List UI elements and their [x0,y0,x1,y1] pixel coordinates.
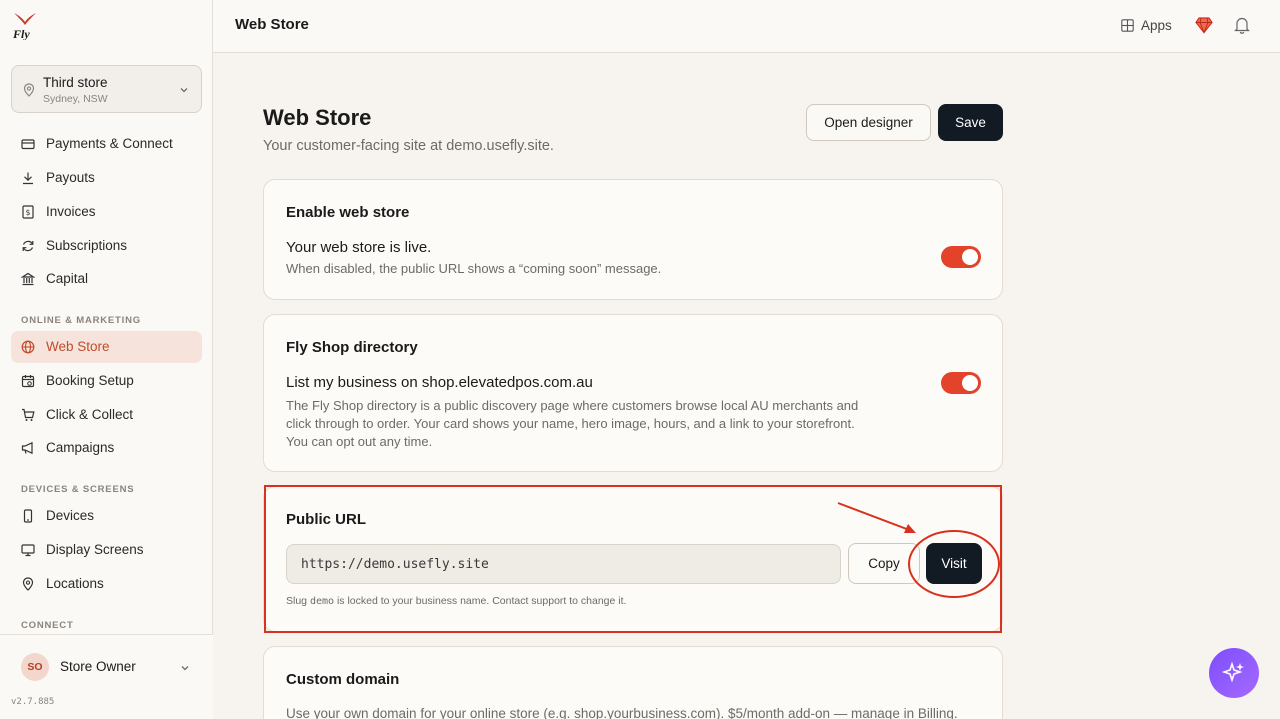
setting-description-line: click through to order. Your card shows … [286,416,855,431]
card-heading: Fly Shop directory [286,339,418,356]
setting-description-line: The Fly Shop directory is a public disco… [286,398,859,413]
topbar-title: Web Store [235,16,309,33]
chevron-down-icon [180,88,188,93]
setting-description-line: You can opt out any time. [286,434,433,449]
sidebar-item-click-collect[interactable]: Click & Collect [11,399,202,431]
setting-title: List my business on shop.elevatedpos.com… [286,374,593,391]
phone-icon [23,509,33,523]
globe-icon [21,340,35,354]
sidebar-item-display-screens[interactable]: Display Screens [11,534,202,566]
calendar-icon [21,375,35,388]
toggle-knob [962,375,978,391]
sidebar-item-label: Payouts [46,170,95,185]
sidebar-item-capital[interactable]: Capital [11,263,202,295]
setting-description: When disabled, the public URL shows a “c… [286,261,662,276]
store-location: Sydney, NSW [43,93,108,105]
page-title: Web Store [263,105,372,130]
directory-listing-toggle[interactable] [941,372,981,394]
location-pin-icon [23,83,35,97]
sidebar-item-invoices[interactable]: $ Invoices [11,196,202,228]
setting-description: Use your own domain for your online stor… [286,706,958,719]
store-selector[interactable]: Third store Sydney, NSW [11,65,202,113]
chevron-down-icon [181,666,189,671]
sidebar-item-locations[interactable]: Locations [11,568,202,600]
sidebar: Fly Third store Sydney, NSW Payments & C… [0,0,213,719]
monitor-icon [21,544,35,557]
open-designer-button[interactable]: Open designer [806,104,931,141]
section-label-marketing: ONLINE & MARKETING [21,315,141,326]
bell-icon[interactable] [1234,16,1250,34]
card-icon [21,139,35,150]
fly-logo[interactable]: Fly [12,10,38,41]
card-heading: Public URL [286,511,367,528]
logo-text: Fly [12,27,30,40]
top-bar: Web Store Apps [213,0,1280,53]
toggle-knob [962,249,978,265]
sidebar-item-booking-setup[interactable]: Booking Setup [11,365,202,397]
slug-note: Slug demo is locked to your business nam… [286,595,626,607]
avatar: SO [21,653,49,681]
slug-value: demo [309,596,335,607]
slug-note-suffix: is locked to your business name. Contact… [334,595,627,607]
custom-domain-card: Custom domain Use your own domain for yo… [263,646,1003,719]
sidebar-item-label: Invoices [46,204,96,219]
app-version: v2.7.885 [11,697,55,707]
user-menu[interactable]: SO Store Owner v2.7.885 [0,634,213,719]
sidebar-item-label: Payments & Connect [46,136,173,151]
section-label-connect: CONNECT [21,620,74,631]
sidebar-item-label: Locations [46,576,104,591]
sidebar-item-devices[interactable]: Devices [11,500,202,532]
bank-icon [21,272,35,286]
sidebar-item-label: Booking Setup [46,373,134,388]
user-name: Store Owner [60,659,136,674]
sidebar-item-label: Click & Collect [46,407,134,422]
sidebar-item-payments-connect[interactable]: Payments & Connect [11,128,202,160]
sidebar-item-campaigns[interactable]: Campaigns [11,432,202,464]
store-name: Third store [43,75,108,90]
section-label-devices: DEVICES & SCREENS [21,484,135,495]
fly-shop-directory-card: Fly Shop directory List my business on s… [263,314,1003,472]
sidebar-item-label: Display Screens [46,542,144,557]
setting-title: Your web store is live. [286,239,432,256]
enable-web-store-toggle[interactable] [941,246,981,268]
invoice-icon: $ [22,205,34,219]
ai-assistant-button[interactable] [1209,648,1259,698]
megaphone-icon [21,441,33,455]
grid-icon [1121,19,1134,32]
download-icon [23,172,33,185]
cart-icon [22,408,35,421]
sidebar-item-label: Devices [46,508,95,523]
card-heading: Custom domain [286,671,400,688]
sidebar-item-label: Web Store [46,339,110,354]
sidebar-item-label: Campaigns [46,440,115,455]
sparkle-icon [1222,661,1244,683]
enable-web-store-card: Enable web store Your web store is live.… [263,179,1003,300]
refresh-icon [22,240,34,252]
public-url-card: Public URL Copy Visit Slug demo is locke… [263,486,1003,632]
public-url-field[interactable] [286,544,841,584]
svg-text:$: $ [26,208,31,217]
save-button[interactable]: Save [938,104,1003,141]
pin-icon [22,577,34,591]
apps-label: Apps [1141,18,1172,33]
gem-icon[interactable] [1195,16,1213,34]
page-subtitle: Your customer-facing site at demo.usefly… [263,138,554,154]
sidebar-item-payouts[interactable]: Payouts [11,162,202,194]
card-heading: Enable web store [286,204,410,221]
sidebar-item-web-store[interactable]: Web Store [11,331,202,363]
copy-button[interactable]: Copy [848,543,920,584]
visit-button[interactable]: Visit [926,543,982,584]
sidebar-item-subscriptions[interactable]: Subscriptions [11,230,202,262]
sidebar-item-label: Subscriptions [46,238,128,253]
sidebar-item-label: Capital [46,271,89,286]
slug-note-prefix: Slug [286,595,310,607]
